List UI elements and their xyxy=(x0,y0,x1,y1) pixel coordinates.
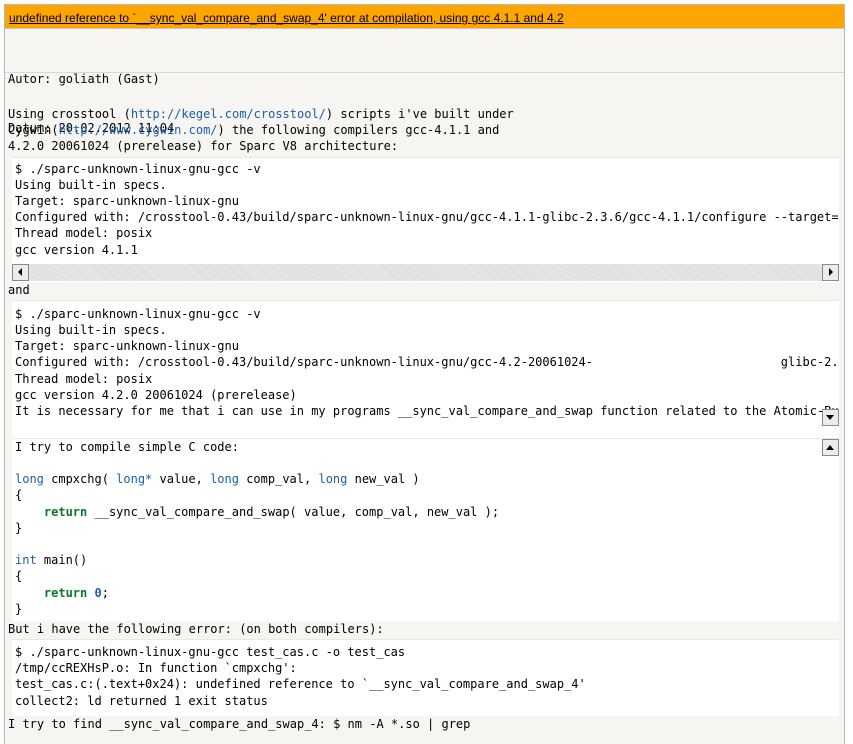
horizontal-scrollbar[interactable] xyxy=(12,263,839,281)
intro-text-2b: ) the following compilers gcc-4.1.1 and xyxy=(217,123,500,138)
blank-line: ​ xyxy=(15,536,839,552)
code-line: Thread model: posix xyxy=(15,371,153,386)
code-line: } xyxy=(15,520,23,535)
code-line: test_cas.c:(.text+0x24): undefined refer… xyxy=(15,677,586,692)
keyword: return xyxy=(43,585,88,600)
code-token: value, xyxy=(152,472,211,487)
code-line: I try to compile simple C code: xyxy=(15,439,239,454)
scroll-up-icon[interactable] xyxy=(822,438,839,456)
keyword: long xyxy=(15,472,44,487)
intro-text-2a: Cygwin( xyxy=(8,123,59,138)
code-token: ; xyxy=(101,585,109,600)
code-line: /tmp/ccREXHsP.o: In function `cmpxchg': xyxy=(15,661,297,676)
last-line: I try to find __sync_val_compare_and_swa… xyxy=(8,717,471,732)
and-text: and xyxy=(8,282,30,297)
code-line: Thread model: posix xyxy=(15,226,153,241)
code-line: $ ./sparc-unknown-linux-gnu-gcc -v xyxy=(15,161,261,176)
keyword: long xyxy=(318,472,348,487)
code-token: main() xyxy=(36,553,88,568)
intro-text-1b: ) scripts i've built under xyxy=(325,107,514,121)
code-line: int main() xyxy=(15,552,839,568)
code-line: It is necessary for me that i can use in… xyxy=(15,404,839,419)
intro-text-3: 4.2.0 20061024 (prerelease) for Sparc V8… xyxy=(8,139,399,154)
code-line: Target: sparc-unknown-linux-gnu xyxy=(15,339,239,354)
code-token: comp_val, xyxy=(238,472,319,487)
vertical-scrollbar[interactable] xyxy=(822,438,839,456)
code-line: $ ./sparc-unknown-linux-gnu-gcc test_cas… xyxy=(15,645,406,660)
code-token: new_val ) xyxy=(347,472,420,487)
post-meta: Autor: goliath (Gast) Datum: 20.02.2012 … xyxy=(5,29,844,135)
scroll-down-icon[interactable] xyxy=(822,408,839,426)
post-title-bar: undefined reference to `__sync_val_compa… xyxy=(5,5,844,29)
code-line: } xyxy=(15,601,23,616)
code-line: { xyxy=(15,569,23,584)
scroll-left-icon[interactable] xyxy=(12,263,29,281)
code-line: gcc version 4.2.0 20061024 (prerelease) xyxy=(15,387,297,402)
scroll-right-icon[interactable] xyxy=(822,263,839,281)
crosstool-link[interactable]: http://kegel.com/crosstool/ xyxy=(131,107,326,121)
code-line: $ ./sparc-unknown-linux-gnu-gcc -v xyxy=(15,306,261,321)
code-line: long cmpxchg( long* value, long comp_val… xyxy=(15,471,839,487)
code-line: gcc version 4.1.1 xyxy=(15,242,138,257)
code-block-c-source[interactable]: I try to compile simple C code:​long cmp… xyxy=(12,437,839,621)
cygwin-link[interactable]: http://www.cygwin.com/ xyxy=(59,123,218,137)
forum-post: undefined reference to `__sync_val_compa… xyxy=(4,4,845,744)
code-token: __sync_val_compare_and_swap( value, comp… xyxy=(87,504,500,519)
intro-text-1a: Using crosstool ( xyxy=(8,107,131,121)
code-line: Using built-in specs. xyxy=(15,177,167,192)
code-line: Using built-in specs. xyxy=(15,323,167,338)
code-line: Target: sparc-unknown-linux-gnu xyxy=(15,194,239,209)
keyword: long* xyxy=(116,472,153,487)
code-block-gcc411[interactable]: $ ./sparc-unknown-linux-gnu-gcc -v Using … xyxy=(12,156,839,282)
code-line: Configured with: /crosstool-0.43/build/s… xyxy=(15,210,839,225)
blank-line: ​ xyxy=(15,455,839,471)
post-title-link[interactable]: undefined reference to `__sync_val_compa… xyxy=(9,11,564,25)
code-block-error[interactable]: $ ./sparc-unknown-linux-gnu-gcc test_cas… xyxy=(12,639,839,717)
code-token: cmpxchg( xyxy=(43,472,117,487)
keyword: return xyxy=(43,504,88,519)
number-literal: 0 xyxy=(94,585,102,600)
keyword: long xyxy=(210,472,239,487)
code-line: { xyxy=(15,488,23,503)
code-line: Configured with: /crosstool-0.43/build/s… xyxy=(15,355,839,370)
error-intro: But i have the following error: (on both… xyxy=(8,621,384,636)
code-line: collect2: ld returned 1 exit status xyxy=(15,693,268,708)
code-line: return 0; xyxy=(15,585,839,601)
keyword: int xyxy=(15,553,37,568)
code-block-gcc42[interactable]: $ ./sparc-unknown-linux-gnu-gcc -v Using … xyxy=(12,299,839,438)
vertical-scrollbar[interactable] xyxy=(822,408,839,426)
code-line: return __sync_val_compare_and_swap( valu… xyxy=(15,504,839,520)
